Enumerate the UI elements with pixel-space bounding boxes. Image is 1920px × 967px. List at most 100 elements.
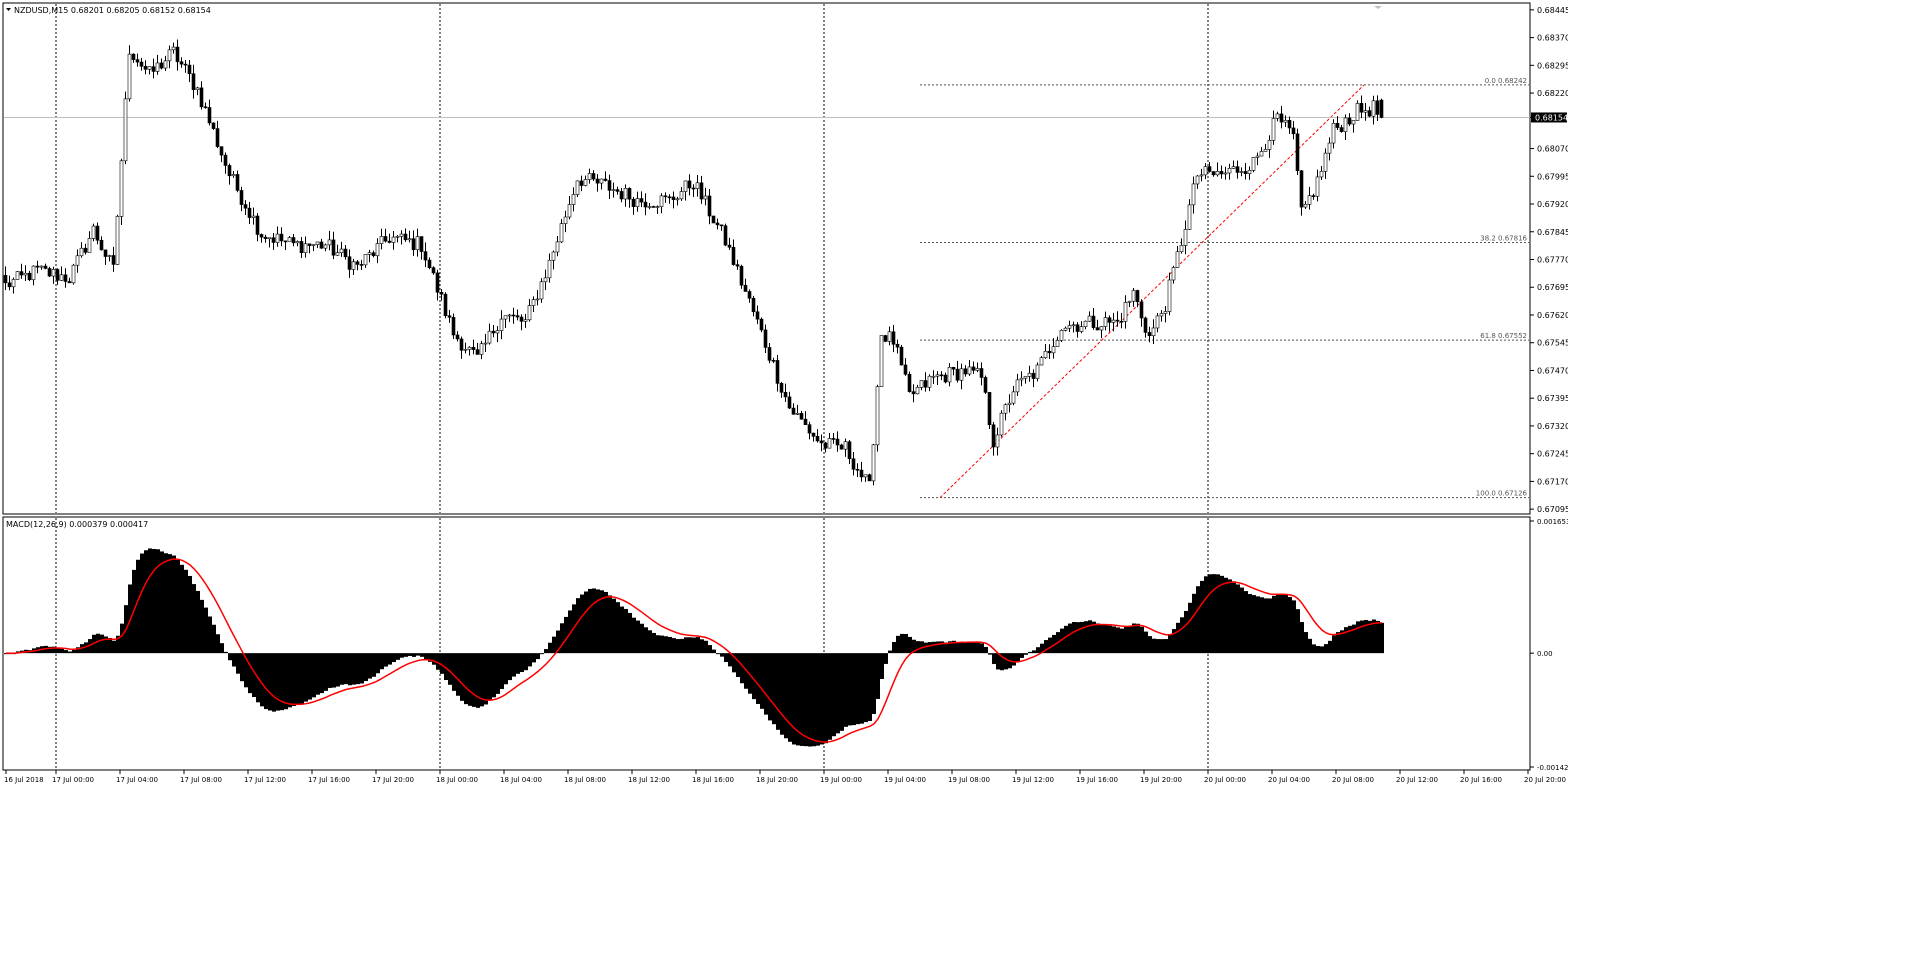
- macd-bar: [684, 637, 688, 654]
- macd-bar: [1004, 653, 1008, 670]
- time-axis-tick: 19 Jul 08:00: [948, 770, 990, 784]
- price-panel-frame: [2, 2, 1531, 515]
- price-axis-tick: 0.68370: [1530, 34, 1568, 43]
- macd-bar: [856, 653, 860, 725]
- macd-bar: [740, 653, 744, 684]
- svg-text:18 Jul 04:00: 18 Jul 04:00: [500, 776, 542, 784]
- time-axis-tick: 20 Jul 16:00: [1460, 770, 1502, 784]
- macd-bar: [208, 616, 212, 654]
- current-price-tag-label: 0.68154: [1535, 113, 1568, 122]
- candle: [1355, 100, 1360, 121]
- svg-text:0.68220: 0.68220: [1537, 89, 1568, 98]
- macd-bar: [484, 653, 488, 705]
- price-axis-tick: 0.67395: [1530, 394, 1568, 403]
- macd-bar: [844, 653, 848, 727]
- macd-panel: MACD(12,26,9) 0.000379 0.000417: [2, 516, 1531, 771]
- macd-bar: [500, 653, 504, 690]
- macd-bar: [752, 653, 756, 700]
- macd-bar: [884, 653, 888, 664]
- time-axis-tick: 17 Jul 12:00: [244, 770, 286, 784]
- macd-bar: [1300, 622, 1304, 654]
- time-axis: 16 Jul 2018 17 Jul 00:00 17 Jul 04:00 17 Ju…: [4, 770, 1566, 784]
- candle: [899, 344, 904, 366]
- macd-bar: [536, 653, 540, 660]
- macd-bar: [396, 653, 400, 660]
- macd-bar: [372, 653, 376, 677]
- macd-bar: [204, 607, 208, 654]
- macd-bar: [108, 638, 112, 654]
- macd-bar: [852, 653, 856, 726]
- macd-bar: [1068, 623, 1072, 654]
- macd-bar: [588, 588, 592, 654]
- time-axis-tick: 19 Jul 04:00: [884, 770, 926, 784]
- svg-text:16 Jul 2018: 16 Jul 2018: [4, 776, 44, 784]
- macd-bar: [1356, 621, 1360, 654]
- macd-bar: [840, 653, 844, 731]
- macd-bar: [644, 627, 648, 654]
- svg-text:19 Jul 04:00: 19 Jul 04:00: [884, 776, 926, 784]
- macd-bar: [608, 595, 612, 654]
- macd-bar: [1232, 581, 1236, 654]
- macd-bar: [932, 641, 936, 654]
- price-axis-tick: 0.67845: [1530, 228, 1568, 237]
- svg-text:20 Jul 00:00: 20 Jul 00:00: [1204, 776, 1246, 784]
- macd-bar: [68, 651, 72, 654]
- macd-bar: [228, 653, 232, 661]
- macd-bar: [352, 653, 356, 685]
- macd-bar: [1072, 621, 1076, 654]
- macd-bar: [764, 653, 768, 715]
- macd-bar: [768, 653, 772, 721]
- macd-bar: [1316, 645, 1320, 654]
- macd-bar: [956, 642, 960, 654]
- macd-bar: [624, 608, 628, 654]
- time-axis-tick: 19 Jul 20:00: [1140, 770, 1182, 784]
- macd-bar: [976, 641, 980, 654]
- macd-bar: [172, 555, 176, 654]
- macd-bar: [636, 620, 640, 654]
- svg-text:17 Jul 16:00: 17 Jul 16:00: [308, 776, 350, 784]
- macd-bar: [1328, 640, 1332, 654]
- macd-bar: [1156, 639, 1160, 654]
- svg-text:17 Jul 00:00: 17 Jul 00:00: [52, 776, 94, 784]
- macd-bar: [164, 553, 168, 654]
- candle: [983, 375, 988, 394]
- svg-text:0.00: 0.00: [1537, 650, 1553, 658]
- macd-bar: [620, 606, 624, 654]
- macd-bar: [420, 653, 424, 657]
- macd-bar: [408, 653, 412, 656]
- svg-text:0.67245: 0.67245: [1537, 450, 1568, 459]
- macd-bar: [520, 653, 524, 673]
- macd-bar: [836, 653, 840, 734]
- svg-text:38.2 0.67816: 38.2 0.67816: [1480, 234, 1527, 242]
- candle: [999, 410, 1004, 437]
- svg-text:20 Jul 20:00: 20 Jul 20:00: [1524, 776, 1566, 784]
- svg-text:0.67995: 0.67995: [1537, 172, 1568, 181]
- macd-bar: [1380, 622, 1384, 654]
- macd-bar: [432, 653, 436, 665]
- macd-bar: [780, 653, 784, 735]
- candle: [871, 443, 876, 486]
- svg-text:0.67545: 0.67545: [1537, 339, 1568, 348]
- macd-bar: [1240, 587, 1244, 654]
- macd-bar: [1320, 646, 1324, 654]
- macd-bar: [968, 641, 972, 654]
- candle: [723, 223, 728, 247]
- macd-bar: [1148, 636, 1152, 654]
- macd-bar: [1292, 600, 1296, 654]
- macd-bar: [1048, 637, 1052, 654]
- macd-bar: [288, 653, 292, 708]
- svg-text:0.67320: 0.67320: [1537, 422, 1568, 431]
- macd-bar: [792, 653, 796, 745]
- macd-bar: [1264, 598, 1268, 654]
- macd-bar: [552, 636, 556, 654]
- macd-bar: [936, 641, 940, 654]
- macd-bar: [1268, 598, 1272, 654]
- svg-text:0.67470: 0.67470: [1537, 366, 1568, 375]
- macd-bar: [1140, 626, 1144, 654]
- macd-bar: [1208, 574, 1212, 654]
- macd-bar: [64, 650, 68, 654]
- macd-bar: [112, 640, 116, 654]
- macd-bar: [1096, 623, 1100, 654]
- price-axis-tick: 0.68445: [1530, 6, 1568, 15]
- macd-axis-tick: -0.001424: [1530, 764, 1568, 772]
